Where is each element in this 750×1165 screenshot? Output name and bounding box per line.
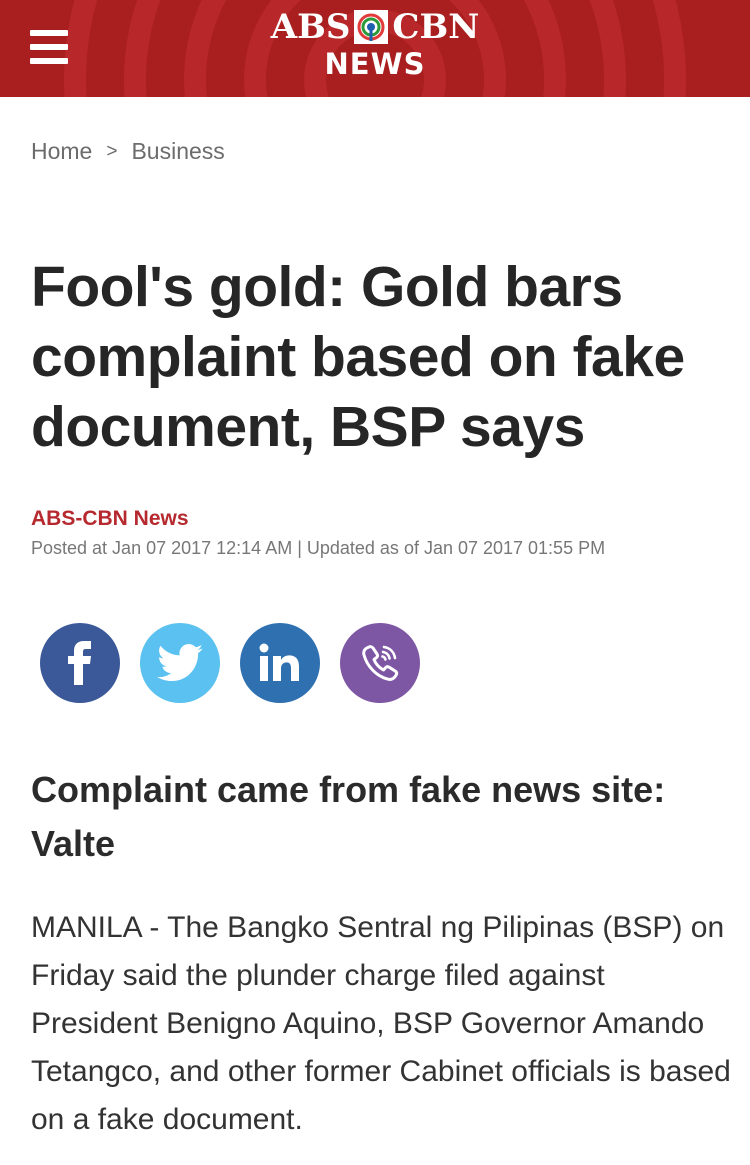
article-dates: Posted at Jan 07 2017 12:14 AM | Updated…	[31, 538, 606, 558]
facebook-icon	[68, 641, 91, 685]
article-subheading: Complaint came from fake news site: Valt…	[31, 769, 666, 864]
twitter-icon	[157, 644, 203, 682]
breadcrumb-home-link[interactable]: Home	[31, 138, 92, 165]
abs-cbn-news-logo[interactable]: ABS CBN NEWS	[240, 7, 510, 88]
article-author[interactable]: ABS-CBN News	[31, 507, 189, 531]
share-buttons	[40, 623, 420, 703]
facebook-share-button[interactable]	[40, 623, 120, 703]
logo-eye-icon	[354, 10, 389, 44]
breadcrumb-business-link[interactable]: Business	[131, 138, 224, 165]
breadcrumb-separator: >	[106, 140, 118, 162]
article-body-paragraph: MANILA - The Bangko Sentral ng Pilipinas…	[31, 911, 731, 1136]
viber-icon	[362, 645, 399, 681]
top-bar: ABS CBN NEWS	[0, 0, 750, 97]
linkedin-icon	[259, 643, 299, 681]
breadcrumb: Home > Business	[31, 138, 225, 165]
twitter-share-button[interactable]	[140, 623, 220, 703]
hamburger-menu-icon[interactable]	[30, 30, 70, 64]
viber-share-button[interactable]	[340, 623, 420, 703]
logo-abs-text: ABS	[270, 7, 351, 47]
article-title: Fool's gold: Gold bars complaint based o…	[31, 255, 685, 459]
linkedin-share-button[interactable]	[240, 623, 320, 703]
logo-cbn-text: CBN	[392, 7, 480, 47]
logo-news-text: NEWS	[324, 47, 426, 81]
